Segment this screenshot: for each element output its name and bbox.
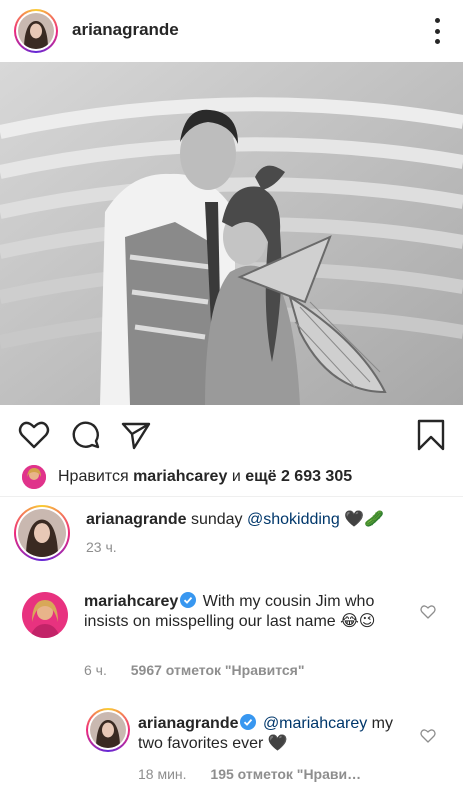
- reply-time: 18 мин.: [138, 766, 187, 782]
- comment-meta: 6 ч. 5967 отметок "Нравится": [84, 662, 305, 678]
- verified-badge-icon: [240, 714, 257, 730]
- caption-text: arianagrande sunday @shokidding 🖤🥒: [86, 509, 446, 529]
- comment-username[interactable]: mariahcarey: [84, 593, 178, 610]
- caption-emoji: 🖤🥒: [344, 511, 385, 528]
- send-icon[interactable]: [120, 419, 152, 451]
- reply-body: arianagrande @mariahcarey my two favorit…: [138, 714, 398, 754]
- caption-username[interactable]: arianagrande: [86, 511, 186, 528]
- comment-body: mariahcarey With my cousin Jim who insis…: [84, 592, 384, 632]
- reply-meta: 18 мин. 195 отметок "Нрави…: [138, 766, 361, 782]
- likes-conjunction: и: [231, 468, 241, 485]
- liker-avatar: [22, 465, 46, 489]
- comment-item: mariahcarey With my cousin Jim who insis…: [22, 590, 452, 690]
- caption-avatar[interactable]: [14, 505, 70, 561]
- likes-user[interactable]: mariahcarey: [133, 468, 227, 486]
- divider: [0, 496, 463, 497]
- author-avatar[interactable]: [14, 9, 58, 53]
- comment-avatar[interactable]: [22, 592, 68, 638]
- more-vertical-icon[interactable]: [433, 18, 441, 44]
- comment-icon[interactable]: [70, 419, 102, 451]
- likes-summary[interactable]: Нравится mariahcarey и ещё 2 693 305: [22, 465, 352, 489]
- verified-badge-icon: [180, 592, 197, 608]
- caption-body: sunday: [190, 511, 243, 528]
- author-username[interactable]: arianagrande: [72, 20, 179, 40]
- likes-others[interactable]: ещё 2 693 305: [245, 468, 352, 486]
- likes-prefix: Нравится: [58, 468, 129, 485]
- post-photo[interactable]: [0, 62, 463, 405]
- post-header: arianagrande: [0, 0, 463, 62]
- reply-username[interactable]: arianagrande: [138, 715, 238, 732]
- comment-likes[interactable]: 5967 отметок "Нравится": [131, 662, 305, 678]
- reply-likes[interactable]: 195 отметок "Нрави…: [210, 766, 361, 782]
- reply-avatar[interactable]: [86, 708, 130, 752]
- bookmark-icon[interactable]: [415, 419, 447, 451]
- caption-mention[interactable]: @shokidding: [247, 511, 340, 528]
- caption-time: 23 ч.: [86, 539, 117, 555]
- heart-icon[interactable]: [18, 419, 50, 451]
- comment-time: 6 ч.: [84, 662, 107, 678]
- reply-mention[interactable]: @mariahcarey: [263, 715, 367, 732]
- heart-icon[interactable]: [420, 604, 436, 620]
- heart-icon[interactable]: [420, 728, 436, 744]
- reply-item: arianagrande @mariahcarey my two favorit…: [86, 708, 456, 798]
- action-bar: [0, 405, 463, 461]
